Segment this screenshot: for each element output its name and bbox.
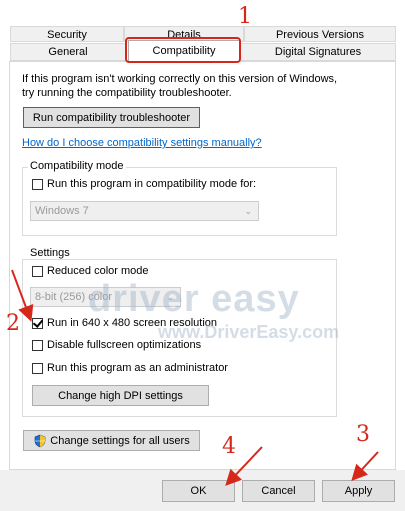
annotation-arrows <box>11 37 379 486</box>
arrow-3 <box>351 451 379 481</box>
annotation-number-4: 4 <box>222 434 236 459</box>
compatibility-tab-highlight <box>125 37 241 63</box>
annotation-number-2: 2 <box>6 311 20 336</box>
annotation-number-1: 1 <box>238 4 252 29</box>
annotation-number-3: 3 <box>356 422 370 447</box>
